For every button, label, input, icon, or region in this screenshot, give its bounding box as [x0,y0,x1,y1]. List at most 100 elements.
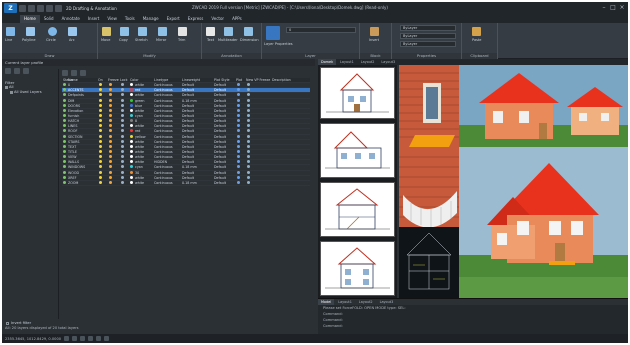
freeze-sun-icon[interactable] [109,144,112,148]
freeze-sun-icon[interactable] [109,139,112,143]
tab-export[interactable]: Export [163,15,184,23]
layer-status-icon[interactable] [63,139,66,143]
command-input[interactable]: Command: [318,323,628,329]
color-swatch-icon[interactable] [130,134,133,138]
lock-icon[interactable] [121,149,124,153]
close-icon[interactable]: × [618,4,626,12]
lock-icon[interactable] [121,175,124,179]
lock-icon[interactable] [121,144,124,148]
layer-status-icon[interactable] [63,155,66,159]
lock-icon[interactable] [121,98,124,102]
color-swatch-icon[interactable] [130,103,133,107]
on-bulb-icon[interactable] [99,139,102,143]
app-logo-icon[interactable]: Z [4,3,17,13]
delete-layer-icon[interactable] [71,70,77,76]
layer-status-icon[interactable] [63,108,66,112]
on-bulb-icon[interactable] [99,98,102,102]
polyline-icon[interactable] [26,27,35,36]
on-bulb-icon[interactable] [99,83,102,87]
layer-status-icon[interactable] [63,165,66,169]
vp-freeze-icon[interactable] [247,160,250,164]
command-line[interactable]: Model Layout1 Layout2 Layout3 Please set… [318,298,628,334]
color-swatch-icon[interactable] [130,144,133,148]
layer-status-icon[interactable] [63,93,66,97]
tree-item-all-used[interactable]: All Used Layers [5,90,57,95]
insert-block-icon[interactable] [370,27,379,36]
freeze-sun-icon[interactable] [109,93,112,97]
grid-toggle-icon[interactable] [64,336,70,341]
vp-freeze-icon[interactable] [247,108,250,112]
layer-status-icon[interactable] [63,88,66,92]
layer-status-icon[interactable] [63,180,66,184]
lock-icon[interactable] [121,155,124,159]
freeze-sun-icon[interactable] [109,129,112,133]
plot-printer-icon[interactable] [237,124,240,128]
freeze-sun-icon[interactable] [109,88,112,92]
on-bulb-icon[interactable] [99,103,102,107]
lock-icon[interactable] [121,124,124,128]
vp-freeze-icon[interactable] [247,180,250,184]
undo-icon[interactable] [46,4,53,12]
plot-printer-icon[interactable] [237,98,240,102]
color-swatch-icon[interactable] [130,93,133,97]
freeze-sun-icon[interactable] [109,108,112,112]
linetype-combo[interactable]: ByLayer [400,33,456,39]
lock-icon[interactable] [121,129,124,133]
plot-printer-icon[interactable] [237,103,240,107]
layer-status-icon[interactable] [63,98,66,102]
on-bulb-icon[interactable] [99,113,102,117]
freeze-sun-icon[interactable] [109,180,112,184]
model-viewport[interactable] [399,65,628,298]
redo-icon[interactable] [55,4,62,12]
lock-icon[interactable] [121,119,124,123]
freeze-sun-icon[interactable] [109,119,112,123]
color-swatch-icon[interactable] [130,170,133,174]
on-bulb-icon[interactable] [99,170,102,174]
on-bulb-icon[interactable] [99,88,102,92]
tab-solid[interactable]: Solid [40,15,58,23]
freeze-sun-icon[interactable] [109,160,112,164]
move-icon[interactable] [102,27,111,36]
tab-annotate[interactable]: Annotate [58,15,84,23]
circle-icon[interactable] [48,27,57,36]
vp-freeze-icon[interactable] [247,165,250,169]
plot-printer-icon[interactable] [237,93,240,97]
on-bulb-icon[interactable] [99,160,102,164]
tab-vector[interactable]: Vector [207,15,228,23]
lock-icon[interactable] [121,134,124,138]
lineweight-combo[interactable]: ByLayer [400,41,456,47]
lock-icon[interactable] [121,180,124,184]
layer-status-icon[interactable] [63,170,66,174]
vp-freeze-icon[interactable] [247,175,250,179]
vp-freeze-icon[interactable] [247,83,250,87]
freeze-sun-icon[interactable] [109,175,112,179]
paste-icon[interactable] [472,27,481,36]
vp-freeze-icon[interactable] [247,124,250,128]
color-swatch-icon[interactable] [130,98,133,102]
tab-home[interactable]: Home [20,14,40,23]
on-bulb-icon[interactable] [99,144,102,148]
save-icon[interactable] [37,4,44,12]
plot-printer-icon[interactable] [237,160,240,164]
lock-icon[interactable] [121,165,124,169]
lock-icon[interactable] [121,88,124,92]
layer-status-icon[interactable] [63,103,66,107]
on-bulb-icon[interactable] [99,129,102,133]
minimize-icon[interactable]: – [600,4,608,12]
ortho-toggle-icon[interactable] [80,336,86,341]
on-bulb-icon[interactable] [99,175,102,179]
plot-printer-icon[interactable] [237,134,240,138]
plot-printer-icon[interactable] [237,155,240,159]
lock-icon[interactable] [121,160,124,164]
layer-states-icon[interactable] [23,68,29,74]
plot-printer-icon[interactable] [237,170,240,174]
text-icon[interactable] [206,27,215,36]
on-bulb-icon[interactable] [99,124,102,128]
layer-combo[interactable]: 0 [286,27,356,33]
color-swatch-icon[interactable] [130,165,133,169]
multileader-icon[interactable] [224,27,233,36]
plot-printer-icon[interactable] [237,113,240,117]
freeze-sun-icon[interactable] [109,134,112,138]
vp-freeze-icon[interactable] [247,149,250,153]
maximize-icon[interactable]: □ [609,4,617,12]
